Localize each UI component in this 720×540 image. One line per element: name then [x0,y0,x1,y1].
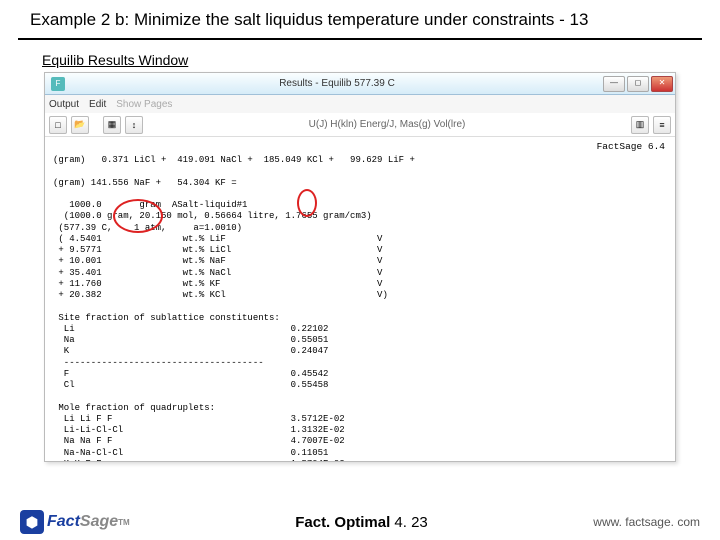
footer-url: www. factsage. com [593,515,700,529]
toolbar: □ 📂 ▦ ↕ U(J) H(kln) Energ/J, Mas(g) Vol(… [45,113,675,137]
tool-icon[interactable]: ▥ [631,116,649,134]
menu-show-pages: Show Pages [116,99,172,110]
tool-icon[interactable]: ↕ [125,116,143,134]
logo-tm: TM [118,518,130,527]
logo-sage: Sage [80,513,118,531]
close-button[interactable]: ✕ [651,76,673,92]
tool-icon[interactable]: ▦ [103,116,121,134]
subtitle: Equilib Results Window [42,52,720,68]
new-icon[interactable]: □ [49,116,67,134]
tool-icon[interactable]: ≡ [653,116,671,134]
minimize-button[interactable]: — [603,76,625,92]
highlight-circle [113,199,163,233]
menubar: Output Edit Show Pages [45,95,675,113]
equilib-results-window: F Results - Equilib 577.39 C — ◻ ✕ Outpu… [44,72,676,462]
highlight-circle [297,189,317,217]
logo-icon: ⬢ [20,510,44,534]
slide-title: Example 2 b: Minimize the salt liquidus … [30,10,700,30]
maximize-button[interactable]: ◻ [627,76,649,92]
version-label: FactSage 6.4 [597,141,665,153]
logo: ⬢ FactSageTM [20,510,130,534]
logo-fact: Fact [47,513,80,531]
footer: ⬢ FactSageTM Fact. Optimal 4. 23 www. fa… [0,504,720,540]
menu-edit[interactable]: Edit [89,99,106,110]
results-pane: FactSage 6.4 (gram) 0.371 LiCl + 419.091… [45,137,675,461]
app-icon: F [51,77,65,91]
title-divider [18,38,702,40]
menu-output[interactable]: Output [49,99,79,110]
titlebar: F Results - Equilib 577.39 C — ◻ ✕ [45,73,675,95]
window-title: Results - Equilib 577.39 C [71,78,603,89]
open-icon[interactable]: 📂 [71,116,89,134]
footer-center: Fact. Optimal 4. 23 [130,514,594,531]
toolbar-label: U(J) H(kln) Energ/J, Mas(g) Vol(lre) [147,119,627,130]
